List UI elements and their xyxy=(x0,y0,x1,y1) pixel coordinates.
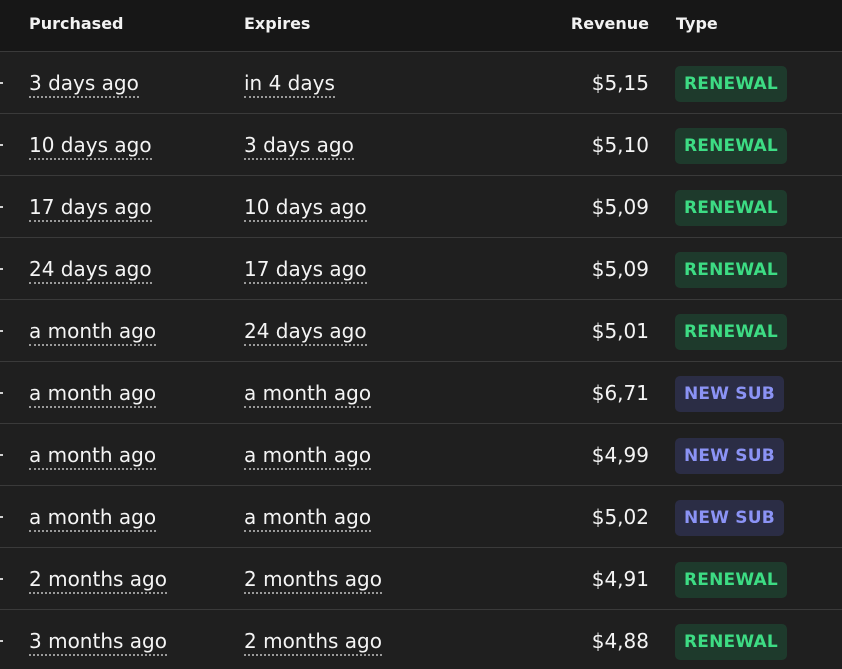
purchased-cell: 3 days ago xyxy=(29,52,139,114)
row-marker xyxy=(0,454,3,456)
purchased-cell: 3 months ago xyxy=(29,610,167,669)
expires-date[interactable]: 3 days ago xyxy=(244,133,354,160)
purchased-date[interactable]: 3 days ago xyxy=(29,71,139,98)
expires-cell: a month ago xyxy=(244,486,372,548)
purchased-cell: 10 days ago xyxy=(29,114,152,176)
purchased-cell: 17 days ago xyxy=(29,176,152,238)
row-marker xyxy=(0,268,3,270)
expires-date[interactable]: a month ago xyxy=(244,505,372,532)
revenue-cell: $4,91 xyxy=(591,567,649,591)
expires-cell: in 4 days xyxy=(244,52,335,114)
revenue-cell: $4,99 xyxy=(591,443,649,467)
expires-cell: 2 months ago xyxy=(244,548,382,610)
expires-cell: 17 days ago xyxy=(244,238,367,300)
type-badge: NEW SUB xyxy=(675,376,784,412)
row-marker xyxy=(0,206,3,208)
purchased-date[interactable]: 2 months ago xyxy=(29,567,167,594)
purchased-cell: 24 days ago xyxy=(29,238,152,300)
expires-cell: 3 days ago xyxy=(244,114,354,176)
expires-date[interactable]: 2 months ago xyxy=(244,629,382,656)
type-badge: RENEWAL xyxy=(675,66,787,102)
expires-date[interactable]: 2 months ago xyxy=(244,567,382,594)
expires-date[interactable]: 10 days ago xyxy=(244,195,367,222)
transactions-table: Purchased Expires Revenue Type 3 days ag… xyxy=(0,0,842,669)
revenue-cell: $4,88 xyxy=(591,629,649,653)
purchased-date[interactable]: 3 months ago xyxy=(29,629,167,656)
table-row[interactable]: 2 months ago 2 months ago $4,91 RENEWAL xyxy=(0,548,842,610)
expires-date[interactable]: a month ago xyxy=(244,443,372,470)
row-marker xyxy=(0,640,3,642)
type-badge: RENEWAL xyxy=(675,624,787,660)
column-header-purchased[interactable]: Purchased xyxy=(29,0,124,51)
expires-cell: 2 months ago xyxy=(244,610,382,669)
purchased-cell: a month ago xyxy=(29,300,157,362)
table-row[interactable]: 10 days ago 3 days ago $5,10 RENEWAL xyxy=(0,114,842,176)
table-row[interactable]: 3 months ago 2 months ago $4,88 RENEWAL xyxy=(0,610,842,669)
type-badge: NEW SUB xyxy=(675,438,784,474)
expires-cell: 24 days ago xyxy=(244,300,367,362)
column-header-revenue[interactable]: Revenue xyxy=(571,0,649,51)
type-badge: NEW SUB xyxy=(675,500,784,536)
type-badge: RENEWAL xyxy=(675,128,787,164)
column-header-expires[interactable]: Expires xyxy=(244,0,310,51)
table-header: Purchased Expires Revenue Type xyxy=(0,0,842,52)
table-body: 3 days ago in 4 days $5,15 RENEWAL 10 da… xyxy=(0,52,842,669)
purchased-cell: a month ago xyxy=(29,362,157,424)
type-badge: RENEWAL xyxy=(675,562,787,598)
table-row[interactable]: a month ago a month ago $4,99 NEW SUB xyxy=(0,424,842,486)
revenue-cell: $5,09 xyxy=(591,195,649,219)
type-badge: RENEWAL xyxy=(675,252,787,288)
row-marker xyxy=(0,392,3,394)
table-row[interactable]: 3 days ago in 4 days $5,15 RENEWAL xyxy=(0,52,842,114)
revenue-cell: $5,15 xyxy=(591,71,649,95)
purchased-date[interactable]: 10 days ago xyxy=(29,133,152,160)
purchased-date[interactable]: a month ago xyxy=(29,381,157,408)
purchased-cell: 2 months ago xyxy=(29,548,167,610)
revenue-cell: $5,02 xyxy=(591,505,649,529)
expires-cell: 10 days ago xyxy=(244,176,367,238)
expires-date[interactable]: a month ago xyxy=(244,381,372,408)
purchased-date[interactable]: 24 days ago xyxy=(29,257,152,284)
table-row[interactable]: a month ago a month ago $5,02 NEW SUB xyxy=(0,486,842,548)
table-row[interactable]: a month ago 24 days ago $5,01 RENEWAL xyxy=(0,300,842,362)
expires-date[interactable]: 17 days ago xyxy=(244,257,367,284)
type-badge: RENEWAL xyxy=(675,314,787,350)
type-badge: RENEWAL xyxy=(675,190,787,226)
row-marker xyxy=(0,82,3,84)
expires-date[interactable]: 24 days ago xyxy=(244,319,367,346)
row-marker xyxy=(0,516,3,518)
expires-date[interactable]: in 4 days xyxy=(244,71,335,98)
purchased-date[interactable]: 17 days ago xyxy=(29,195,152,222)
row-marker xyxy=(0,578,3,580)
expires-cell: a month ago xyxy=(244,424,372,486)
purchased-date[interactable]: a month ago xyxy=(29,443,157,470)
revenue-cell: $6,71 xyxy=(591,381,649,405)
purchased-cell: a month ago xyxy=(29,424,157,486)
purchased-cell: a month ago xyxy=(29,486,157,548)
column-header-type[interactable]: Type xyxy=(676,0,718,51)
expires-cell: a month ago xyxy=(244,362,372,424)
table-row[interactable]: 17 days ago 10 days ago $5,09 RENEWAL xyxy=(0,176,842,238)
table-row[interactable]: 24 days ago 17 days ago $5,09 RENEWAL xyxy=(0,238,842,300)
purchased-date[interactable]: a month ago xyxy=(29,319,157,346)
row-marker xyxy=(0,144,3,146)
revenue-cell: $5,10 xyxy=(591,133,649,157)
row-marker xyxy=(0,330,3,332)
revenue-cell: $5,01 xyxy=(591,319,649,343)
purchased-date[interactable]: a month ago xyxy=(29,505,157,532)
table-row[interactable]: a month ago a month ago $6,71 NEW SUB xyxy=(0,362,842,424)
revenue-cell: $5,09 xyxy=(591,257,649,281)
